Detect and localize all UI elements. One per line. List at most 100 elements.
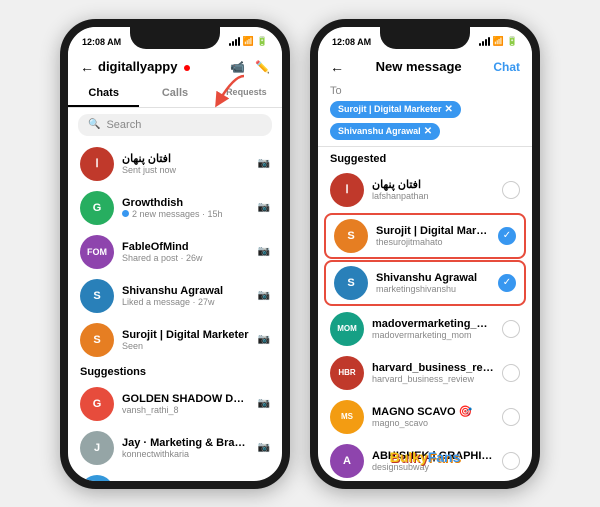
tag-shivanshu[interactable]: Shivanshu Agrawal ✕ [330,123,440,140]
tag-remove-icon[interactable]: ✕ [424,126,432,137]
avatar: MS [330,400,364,434]
camera-icon: 📷 [258,246,270,257]
check-circle[interactable] [502,452,520,470]
avatar: A [330,444,364,478]
avatar: S [334,266,368,300]
suggestion-item[interactable]: MS MAGNO SCAVO 🎯 magno_scavo [318,395,532,439]
avatar: H [80,475,114,481]
chat-item[interactable]: FOM FableOfMind Shared a post · 26w 📷 [68,230,282,274]
left-header: ← digitallyappy 📹 ✏️ [68,53,282,81]
suggestion-item[interactable]: HBR harvard_business_review ✓ harvard_bu… [318,351,532,395]
video-camera-icon[interactable]: 📹 [230,60,245,74]
avatar: S [334,219,368,253]
chat-info: Jay · Marketing & Branding konnectwithka… [122,437,250,459]
selected-suggestion-surojit[interactable]: S Surojit | Digital Marketer thesurojitm… [324,213,526,259]
check-circle[interactable] [502,181,520,199]
check-circle[interactable] [502,364,520,382]
signal-icon [229,37,240,46]
avatar: FOM [80,235,114,269]
sugg-info: ABHISHEK | GRAPHIC DESIGNER designsubway [372,450,494,472]
avatar: HBR [330,356,364,390]
to-tags: Surojit | Digital Marketer ✕ Shivanshu A… [330,101,520,140]
sugg-info: harvard_business_review ✓ harvard_busine… [372,362,494,384]
tab-requests[interactable]: Requests [211,81,282,107]
check-circle[interactable] [502,320,520,338]
new-message-title: New message [344,59,493,74]
right-phone-content: ← New message Chat To Surojit | Digital … [318,53,532,481]
unread-dot [122,210,129,217]
sugg-info: Shivanshu Agrawal marketingshivanshu [376,272,490,294]
wifi-icon: 📶 [243,36,254,47]
chat-info: Growthdish 2 new messages · 15h [122,197,250,219]
status-icons-left: 📶 🔋 [229,36,268,47]
tab-calls[interactable]: Calls [139,81,210,107]
to-label: To [330,85,520,97]
tag-remove-icon[interactable]: ✕ [445,104,453,115]
compose-icon[interactable]: ✏️ [255,60,270,74]
back-button-left[interactable]: ← [80,59,94,75]
chat-item[interactable]: ا افتان پنهان Sent just now 📷 [68,142,282,186]
check-circle-checked[interactable]: ✓ [498,227,516,245]
avatar: G [80,191,114,225]
avatar: S [80,323,114,357]
time-left: 12:08 AM [82,37,121,47]
red-dot [184,65,190,71]
chat-info: Shivanshu Agrawal Liked a message · 27w [122,285,250,307]
back-button-right[interactable]: ← [330,59,344,75]
sugg-info: MAGNO SCAVO 🎯 magno_scavo [372,405,494,428]
header-title-left: digitallyappy [98,59,230,74]
left-phone-content: ← digitallyappy 📹 ✏️ Chats Calls Request… [68,53,282,481]
suggestion-item[interactable]: G GOLDEN SHADOW DEVIL vansh_rathi_8 📷 [68,382,282,426]
check-circle[interactable] [502,408,520,426]
search-placeholder: Search [106,119,141,131]
camera-icon: 📷 [258,290,270,301]
left-phone: 12:08 AM 📶 🔋 ← digitallyappy 📹 ✏️ Chats … [60,19,290,489]
suggestion-item[interactable]: J Jay · Marketing & Branding konnectwith… [68,426,282,470]
chat-item[interactable]: S Shivanshu Agrawal Liked a message · 27… [68,274,282,318]
camera-icon: 📷 [258,334,270,345]
chat-list: ا افتان پنهان Sent just now 📷 G Growthdi… [68,142,282,481]
camera-icon: 📷 [258,158,270,169]
suggestion-list: ا افتان پنهان lafshanpathan S Surojit | … [318,168,532,481]
suggestion-item[interactable]: MOM madovermarketing_mom madovermarketin… [318,307,532,351]
time-right: 12:08 AM [332,37,371,47]
signal-icon [479,37,490,46]
camera-icon: 📷 [258,202,270,213]
chat-item[interactable]: G Growthdish 2 new messages · 15h 📷 [68,186,282,230]
chat-info: Surojit | Digital Marketer Seen [122,329,250,351]
right-phone: 12:08 AM 📶 🔋 ← New message Chat To Suroj… [310,19,540,489]
chat-info: FableOfMind Shared a post · 26w [122,241,250,263]
check-circle-checked[interactable]: ✓ [498,274,516,292]
suggestion-item[interactable]: A ABHISHEK | GRAPHIC DESIGNER designsubw… [318,439,532,481]
search-icon: 🔍 [88,119,100,130]
suggestions-section-label: Suggestions [68,362,282,382]
suggested-label: Suggested [318,147,532,168]
avatar: G [80,387,114,421]
battery-icon: 🔋 [257,36,268,47]
emoji-decorations: 🎯 [459,406,473,418]
avatar: MOM [330,312,364,346]
wifi-icon: 📶 [493,36,504,47]
suggestion-item[interactable]: H harleyquinnseller 📷 [68,470,282,481]
chat-link-button[interactable]: Chat [493,60,520,74]
tab-chats[interactable]: Chats [68,81,139,107]
to-section: To Surojit | Digital Marketer ✕ Shivansh… [318,81,532,147]
header-icons-left: 📹 ✏️ [230,60,270,74]
status-icons-right: 📶 🔋 [479,36,518,47]
search-bar[interactable]: 🔍 Search [78,114,272,136]
tag-surojit[interactable]: Surojit | Digital Marketer ✕ [330,101,461,118]
camera-icon: 📷 [258,442,270,453]
chat-info: GOLDEN SHADOW DEVIL vansh_rathi_8 [122,393,250,415]
tabs-left: Chats Calls Requests [68,81,282,108]
camera-icon: 📷 [258,398,270,409]
notch-left [130,27,220,49]
avatar: S [80,279,114,313]
avatar: ا [330,173,364,207]
selected-suggestion-shivanshu[interactable]: S Shivanshu Agrawal marketingshivanshu ✓ [324,260,526,306]
new-message-header: ← New message Chat [318,53,532,81]
sugg-info: madovermarketing_mom madovermarketing_mo… [372,318,494,340]
avatar: ا [80,147,114,181]
chat-item[interactable]: S Surojit | Digital Marketer Seen 📷 [68,318,282,362]
battery-icon: 🔋 [507,36,518,47]
suggestion-item[interactable]: ا افتان پنهان lafshanpathan [318,168,532,212]
